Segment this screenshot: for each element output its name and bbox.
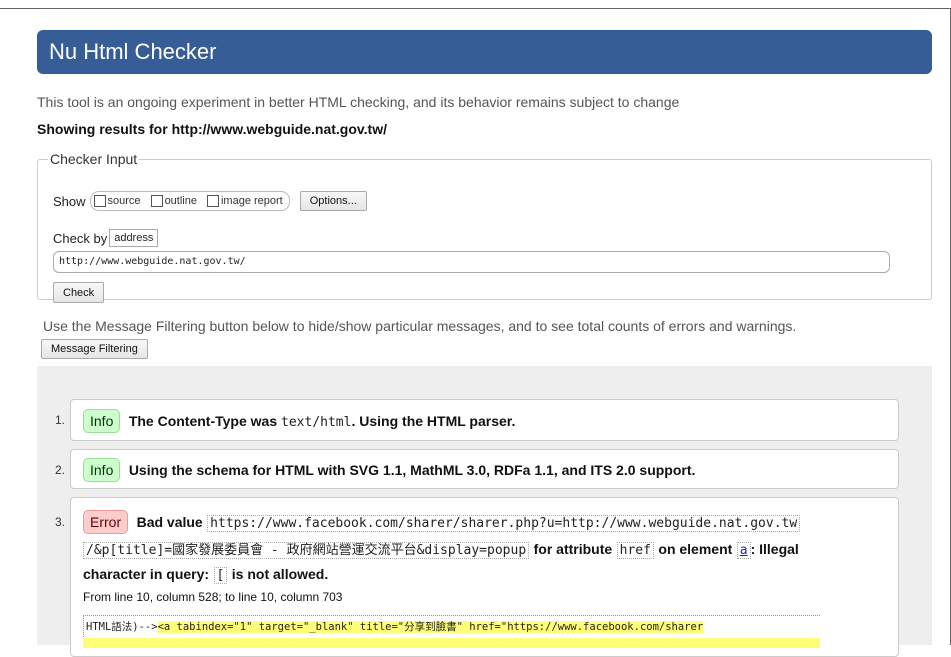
outline-checkbox[interactable] [150,195,163,207]
char-in-query-text: character in query: [83,566,210,582]
app-title-banner: Nu Html Checker [37,30,932,74]
message-card: Info The Content-Type was text/html. Usi… [70,399,899,441]
on-element-text: on element [658,541,733,557]
image-report-label: image report [220,195,283,207]
checker-input-panel: Checker Input Show source outline image … [37,151,932,303]
showing-results-heading: Showing results for http://www.webguide.… [37,121,387,137]
content-type-code: text/html [281,415,352,430]
message-number: 1. [55,413,66,427]
results-panel: 1. Info The Content-Type was text/html. … [37,366,932,657]
message-text: The Content-Type was text/html. Using th… [128,413,516,430]
window-top-border [0,8,951,9]
message-text-part: The Content-Type was [128,413,278,429]
source-checkbox[interactable] [93,195,106,207]
element-link[interactable]: a [736,542,751,559]
url-input[interactable]: http://www.webguide.nat.gov.tw/ [53,251,890,273]
info-badge: Info [83,458,121,482]
option-image-report[interactable]: image report [206,195,283,207]
message-number: 3. [55,515,66,529]
error-badge: Error [83,510,129,534]
message-filtering-button[interactable]: Message Filtering [41,339,148,359]
bad-value-code-line1: https://www.facebook.com/sharer/sharer.p… [207,515,801,532]
show-options-group: source outline image report [89,191,290,211]
show-options-row: Show source outline image report Options… [53,191,367,211]
intro-text: This tool is an ongoing experiment in be… [37,94,680,110]
check-by-row: Check by address [53,229,159,247]
illegal-text: : Illegal [750,541,799,557]
bad-value-label: Bad value [136,514,203,530]
message-number: 2. [55,463,66,477]
info-badge: Info [83,409,121,433]
show-label: Show [53,193,86,209]
for-attribute-text: for attribute [533,541,613,557]
extract-highlight-continuation [83,638,820,648]
illegal-char-code: [ [213,567,228,584]
options-button[interactable]: Options... [299,191,367,211]
extract-highlight: <a tabindex="1" target="_blank" title="分… [157,621,704,633]
message-card: Error Bad value https://www.facebook.com… [70,497,899,657]
option-source[interactable]: source [93,195,141,207]
image-report-checkbox[interactable] [206,195,219,207]
outline-label: outline [164,195,197,207]
source-extract: HTML語法)--><a tabindex="1" target="_blank… [83,615,820,637]
message-filtering-hint: Use the Message Filtering button below t… [43,318,797,334]
check-by-label: Check by [53,230,108,246]
checker-input-legend: Checker Input [50,151,138,167]
check-by-select[interactable]: address [109,229,159,247]
message-text: Using the schema for HTML with SVG 1.1, … [128,462,696,478]
source-label: source [107,195,141,207]
check-button[interactable]: Check [53,282,105,303]
extract-prefix: HTML語法)--> [86,621,158,633]
attribute-code: href [616,542,654,559]
bad-value-code-line2: /&p[title]=國家發展委員會 - 政府網站營運交流平台&display=… [83,542,530,559]
not-allowed-text: is not allowed. [231,566,329,582]
message-card: Info Using the schema for HTML with SVG … [70,449,899,489]
message-text-part: . Using the HTML parser. [351,413,516,429]
option-outline[interactable]: outline [150,195,197,207]
location-text: From line 10, column 528; to line 10, co… [83,590,343,604]
